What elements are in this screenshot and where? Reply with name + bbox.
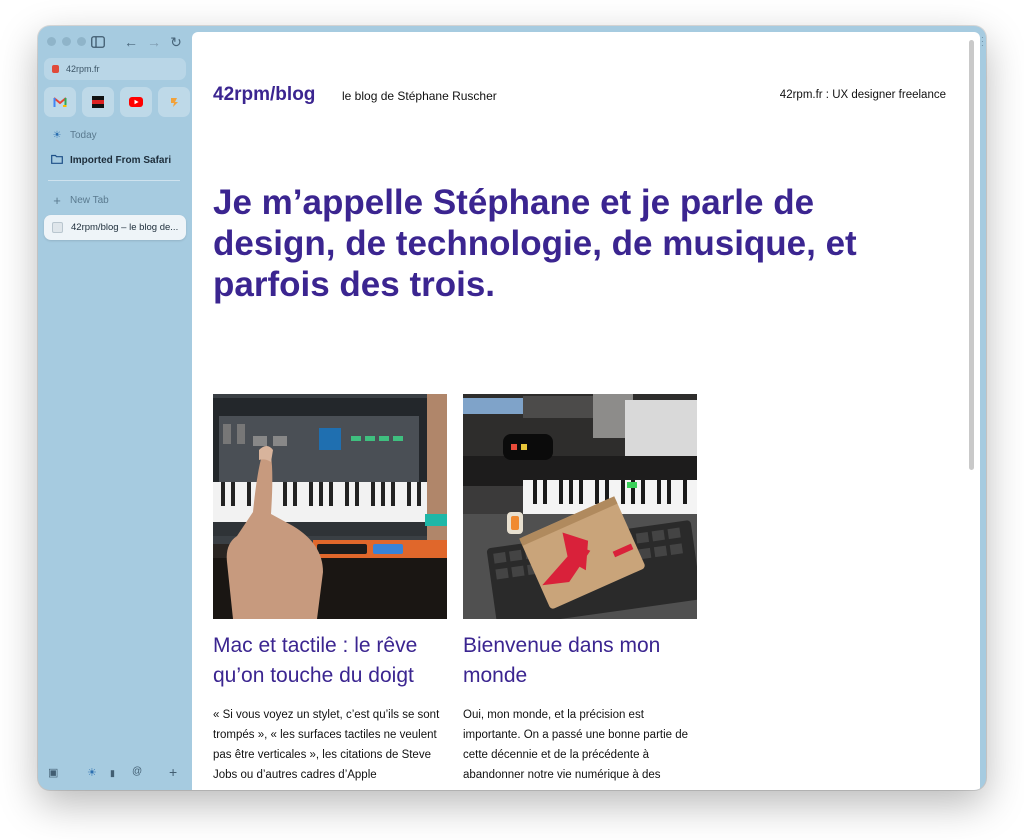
site-favicon-icon xyxy=(52,65,59,73)
new-tab-label: New Tab xyxy=(70,195,109,206)
header-link[interactable]: 42rpm.fr : UX designer freelance xyxy=(780,89,946,101)
article-image[interactable] xyxy=(213,394,447,619)
article-card[interactable]: Mac et tactile : le rêve qu’on touche du… xyxy=(213,394,449,785)
minimize-window-button[interactable] xyxy=(62,37,71,46)
article-title[interactable]: Bienvenue dans mon monde xyxy=(463,631,699,691)
window-grip-icon: · · · xyxy=(981,33,984,50)
address-text: 42rpm.fr xyxy=(66,64,100,74)
window-controls xyxy=(47,37,86,46)
back-arrow-icon[interactable]: ← xyxy=(121,32,141,52)
add-space-icon[interactable]: + xyxy=(169,764,177,780)
close-window-button[interactable] xyxy=(47,37,56,46)
article-title[interactable]: Mac et tactile : le rêve qu’on touche du… xyxy=(213,631,449,691)
page-scrollbar[interactable] xyxy=(968,32,976,790)
folder-imported-from-safari[interactable]: Imported From Safari xyxy=(50,154,171,167)
sidebar-divider xyxy=(48,180,180,181)
plus-icon: + xyxy=(53,193,61,208)
site-subtitle: le blog de Stéphane Ruscher xyxy=(342,89,497,103)
new-tab-button[interactable]: + New Tab xyxy=(50,193,109,208)
forward-arrow-icon[interactable]: → xyxy=(144,32,164,52)
zoom-window-button[interactable] xyxy=(77,37,86,46)
reload-icon[interactable]: ↻ xyxy=(166,32,186,52)
toggle-sidebar-icon[interactable] xyxy=(88,32,108,52)
today-label: Today xyxy=(70,130,97,141)
folder-icon xyxy=(50,154,64,167)
app-icon[interactable] xyxy=(158,87,190,117)
address-bar[interactable]: 42rpm.fr xyxy=(44,58,186,80)
folder-label: Imported From Safari xyxy=(70,155,172,166)
tab-label: 42rpm/blog – le blog de... xyxy=(71,222,179,233)
tab-favicon-icon xyxy=(52,222,63,233)
article-card[interactable]: Bienvenue dans mon monde Oui, mon monde,… xyxy=(463,394,699,785)
sidebar-bottom-bar: ▣ ☀ ▮ @ + xyxy=(38,764,192,782)
hero-heading: Je m’appelle Stéphane et je parle de des… xyxy=(213,183,857,304)
archive-icon[interactable]: ▣ xyxy=(48,766,58,779)
bookmark-app-icon[interactable] xyxy=(82,87,114,117)
gmail-icon[interactable] xyxy=(44,87,76,117)
article-image[interactable] xyxy=(463,394,697,619)
space-sun-icon[interactable]: ☀ xyxy=(87,766,97,779)
tab-42rpm-blog[interactable]: 42rpm/blog – le blog de... xyxy=(44,215,186,240)
scrollbar-thumb[interactable] xyxy=(969,40,974,470)
today-section[interactable]: ☀ Today xyxy=(50,130,97,141)
site-title[interactable]: 42rpm/blog xyxy=(213,84,315,106)
at-icon[interactable]: @ xyxy=(132,766,142,777)
web-page: 42rpm/blog le blog de Stéphane Ruscher 4… xyxy=(192,32,980,790)
youtube-icon[interactable] xyxy=(120,87,152,117)
article-excerpt: « Si vous voyez un stylet, c’est qu’ils … xyxy=(213,709,440,781)
sun-icon: ☀ xyxy=(52,130,62,141)
sidebar: ← → ↻ 42rpm.fr ☀ Today Imported From Saf… xyxy=(38,26,192,790)
browser-window: ← → ↻ 42rpm.fr ☀ Today Imported From Saf… xyxy=(38,26,986,790)
pinned-favorites xyxy=(44,87,190,117)
document-icon[interactable]: ▮ xyxy=(110,768,115,779)
article-excerpt: Oui, mon monde, et la précision est impo… xyxy=(463,709,689,781)
